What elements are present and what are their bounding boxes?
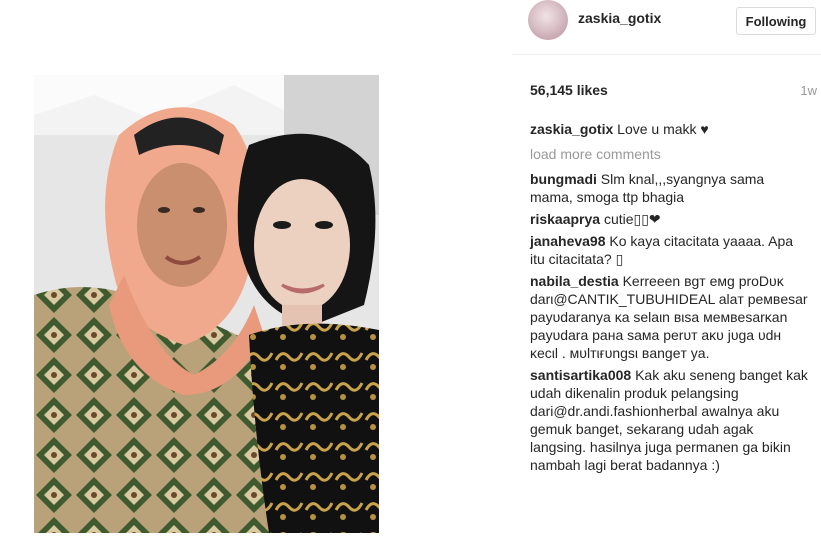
post-details-panel: zaskia_gotix Following 56,145 likes 1w z… (512, 0, 821, 538)
post-photo[interactable] (34, 75, 379, 533)
caption: zaskia_gotix Love u makk ♥ (530, 120, 808, 138)
avatar[interactable] (528, 0, 568, 40)
comment-author[interactable]: bungmadi (530, 171, 597, 187)
comment-author[interactable]: santisartika008 (530, 367, 631, 383)
post-header: zaskia_gotix Following (512, 0, 821, 55)
header-username[interactable]: zaskia_gotix (578, 10, 661, 26)
comment-item: janaheva98 Ko kaya citacitata yaaaa. Apa… (530, 232, 808, 268)
likes-count[interactable]: 56,145 likes (530, 82, 608, 98)
comment-item: riskaaprya cutie▯▯❤ (530, 210, 808, 228)
load-more-comments-link[interactable]: load more comments (530, 145, 808, 163)
comment-item: nabila_destia Kerreeen вgт eмg proDυĸ da… (530, 272, 808, 362)
comment-author[interactable]: nabila_destia (530, 273, 619, 289)
comment-item: bungmadi Slm knal,,,syangnya sama mama, … (530, 170, 808, 206)
caption-text: Love u makk ♥ (617, 121, 709, 137)
comment-author[interactable]: janaheva98 (530, 233, 606, 249)
post-photo-illustration (34, 75, 379, 533)
comment-author[interactable]: riskaaprya (530, 211, 600, 227)
caption-author[interactable]: zaskia_gotix (530, 121, 613, 137)
comment-text: cutie▯▯❤ (603, 211, 661, 227)
following-button[interactable]: Following (736, 7, 816, 35)
post-age[interactable]: 1w (800, 83, 817, 98)
comment-item: santisartika008 Kak aku seneng banget ka… (530, 366, 808, 474)
comments-list: zaskia_gotix Love u makk ♥ load more com… (530, 120, 808, 478)
